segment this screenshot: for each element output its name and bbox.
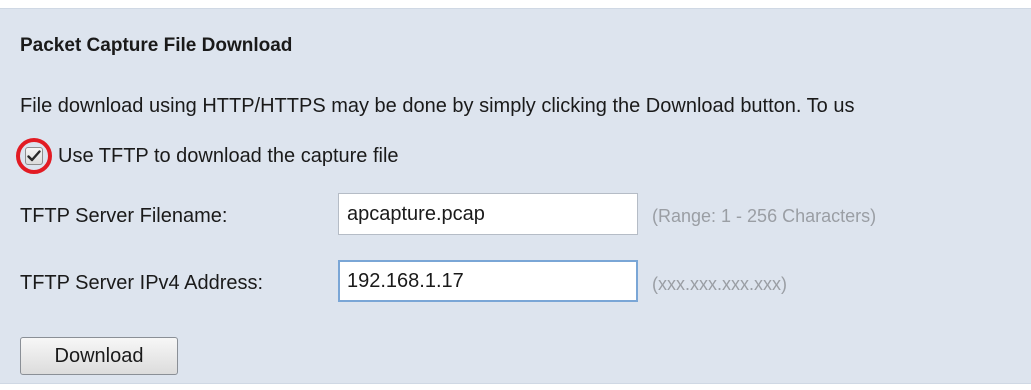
- tftp-ipv4-hint: (xxx.xxx.xxx.xxx): [652, 274, 787, 294]
- download-button[interactable]: Download: [20, 337, 178, 375]
- tftp-ipv4-label: TFTP Server IPv4 Address:: [20, 272, 264, 294]
- packet-capture-download-panel: Packet Capture File Download File downlo…: [0, 8, 1031, 384]
- section-title: Packet Capture File Download: [20, 35, 293, 56]
- download-description: File download using HTTP/HTTPS may be do…: [20, 95, 855, 117]
- tftp-ipv4-input[interactable]: [338, 260, 638, 302]
- highlight-circle: [16, 138, 52, 174]
- checkmark-icon: [27, 150, 41, 162]
- tftp-filename-hint: (Range: 1 - 256 Characters): [652, 206, 877, 226]
- tftp-filename-label: TFTP Server Filename:: [20, 205, 228, 227]
- use-tftp-label[interactable]: Use TFTP to download the capture file: [58, 145, 399, 168]
- use-tftp-row: Use TFTP to download the capture file: [14, 138, 399, 174]
- tftp-filename-input[interactable]: [338, 193, 638, 235]
- use-tftp-checkbox[interactable]: [25, 147, 43, 165]
